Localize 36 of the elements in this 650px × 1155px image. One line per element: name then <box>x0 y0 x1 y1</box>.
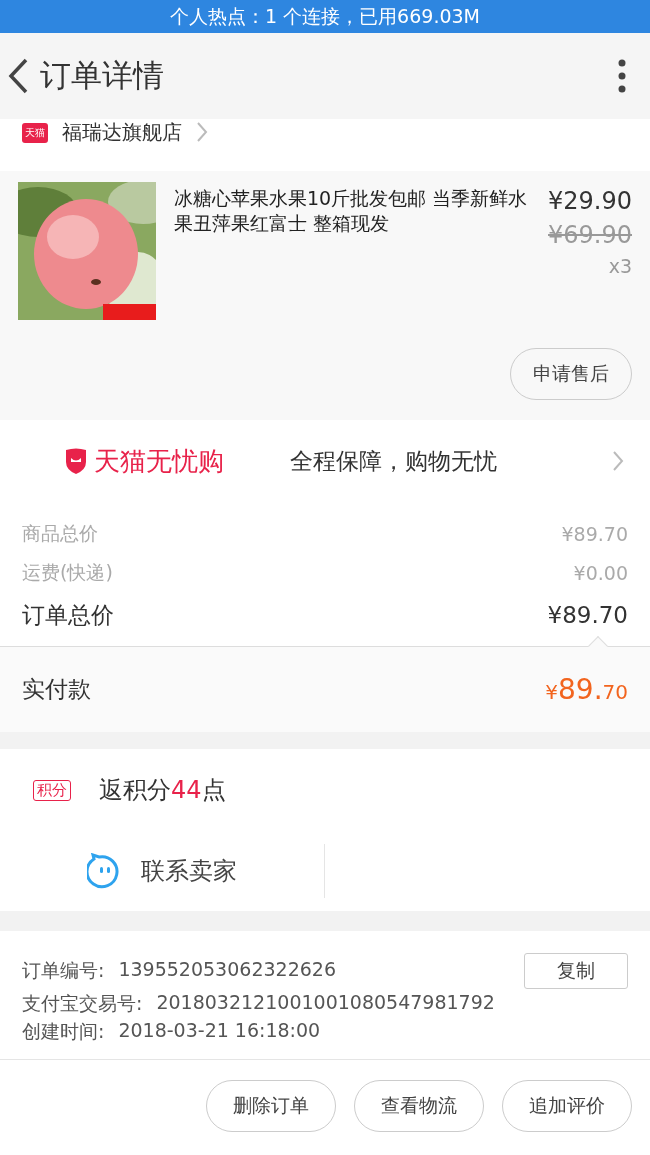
info-value: 2018032121001001080547981792 <box>156 991 495 1015</box>
order-action-button[interactable]: 查看物流 <box>354 1080 484 1132</box>
product-title[interactable]: 冰糖心苹果水果10斤批发包邮 当季新鲜水果丑萍果红富士 整箱现发 <box>174 186 530 320</box>
contact-seller-button[interactable]: 联系卖家 <box>0 844 325 898</box>
shield-icon <box>64 447 88 475</box>
info-value: 2018-03-21 16:18:00 <box>118 1019 321 1043</box>
store-name[interactable]: 福瑞达旗舰店 <box>62 119 182 146</box>
original-price: ¥69.90 <box>548 221 632 249</box>
page-title: 订单详情 <box>40 56 165 95</box>
order-action-button[interactable]: 删除订单 <box>206 1080 336 1132</box>
paid-label: 实付款 <box>22 675 91 704</box>
guarantee-brand: 天猫无忧购 <box>94 444 225 478</box>
guarantee-slogan[interactable]: 全程保障，购物无忧 <box>290 445 612 477</box>
back-icon[interactable] <box>6 57 30 95</box>
quantity: x3 <box>608 255 632 277</box>
info-label: 订单编号: <box>22 958 105 983</box>
summary-value: ¥89.70 <box>561 522 628 545</box>
order-action-button[interactable]: 追加评价 <box>502 1080 632 1132</box>
more-icon[interactable] <box>618 59 626 93</box>
paid-amount: ¥89.70 <box>545 673 628 706</box>
summary-value: ¥89.70 <box>547 602 628 628</box>
copy-button[interactable]: 复制 <box>524 953 628 989</box>
chevron-icon <box>196 121 208 143</box>
info-label: 支付宝交易号: <box>22 991 143 1016</box>
info-value: 139552053062322626 <box>118 958 336 982</box>
summary-label: 订单总价 <box>22 600 114 630</box>
price: ¥29.90 <box>548 187 632 215</box>
summary-label: 运费(快递) <box>22 559 113 585</box>
points-badge: 积分 <box>33 779 71 801</box>
status-bar-text: 个人热点：1 个连接，已用669.03M <box>0 0 650 33</box>
summary-value: ¥0.00 <box>573 561 628 584</box>
store-badge: 天猫 <box>22 123 48 143</box>
info-label: 创建时间: <box>22 1019 105 1044</box>
points-text: 返积分44点 <box>99 775 226 806</box>
chevron-icon <box>612 450 624 472</box>
summary-label: 商品总价 <box>22 520 98 546</box>
